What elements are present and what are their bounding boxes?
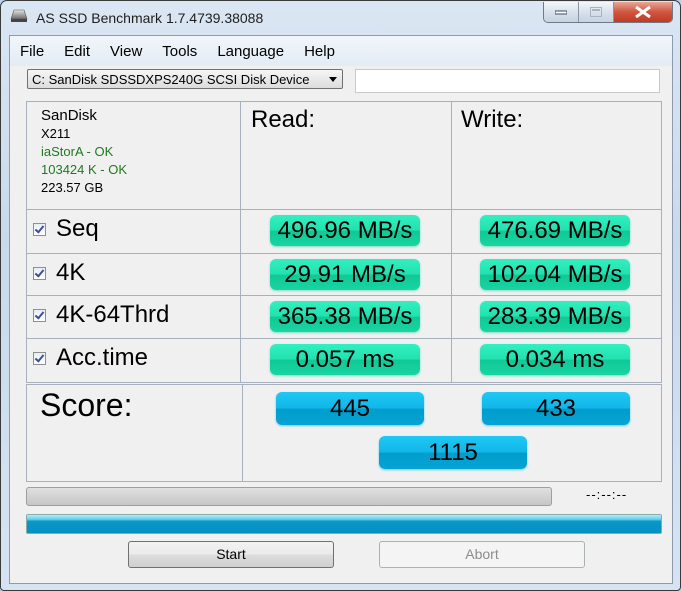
minimize-icon [555,10,567,15]
driver-status: iaStorA - OK [41,144,114,159]
score-write: 433 [482,392,630,425]
results-grid: SanDisk X211 iaStorA - OK 103424 K - OK … [26,101,662,383]
acc-time-write-value: 0.034 ms [480,344,630,375]
4k-write-value: 102.04 MB/s [480,259,630,290]
drive-capacity: 223.57 GB [41,180,104,195]
divider [240,102,241,382]
4k-64thrd-read-value: 365.38 MB/s [270,301,420,332]
row-label: Acc.time [56,344,149,371]
drive-select-value: C: SanDisk SDSSDXPS240G SCSI Disk Device [32,72,310,87]
elapsed-timer: --:--:-- [586,487,628,502]
maximize-icon [590,7,602,17]
test-progress-bar [26,487,552,506]
close-icon [635,6,651,18]
divider [27,253,661,254]
alignment-status: 103424 K - OK [41,162,127,177]
maximize-button[interactable] [579,2,614,22]
drive-select[interactable]: C: SanDisk SDSSDXPS240G SCSI Disk Device [27,69,343,89]
seq-checkbox[interactable] [33,222,46,236]
divider [27,295,661,296]
seq-write-value: 476.69 MB/s [480,215,630,246]
abort-button[interactable]: Abort [379,541,585,568]
close-button[interactable] [614,2,672,22]
4k-64thrd-checkbox[interactable] [33,308,46,322]
drive-firmware: X211 [41,126,71,141]
overall-progress-bar [26,514,662,534]
score-total: 1115 [379,436,527,469]
title-bar[interactable]: AS SSD Benchmark 1.7.4739.38088 [1,1,680,35]
window-title: AS SSD Benchmark 1.7.4739.38088 [36,10,264,26]
row-label: 4K [56,259,86,286]
minimize-button[interactable] [544,2,579,22]
menu-help[interactable]: Help [304,43,335,60]
divider [242,385,243,481]
caption-buttons [543,2,673,23]
menu-language[interactable]: Language [217,43,284,60]
4k-checkbox[interactable] [33,266,46,280]
write-header: Write: [461,106,524,133]
drive-icon [10,9,28,22]
row-4k-64thrd: 4K-64Thrd [33,301,169,329]
read-header: Read: [251,106,316,133]
drive-vendor: SanDisk [41,107,97,124]
menu-edit[interactable]: Edit [64,43,90,60]
text-field[interactable] [355,69,660,93]
score-panel: Score: 445 433 1115 [26,384,662,482]
divider [27,209,661,210]
row-4k: 4K [33,259,85,287]
menu-file[interactable]: File [20,43,44,60]
menu-tools[interactable]: Tools [162,43,197,60]
app-window: AS SSD Benchmark 1.7.4739.38088 File Edi… [0,0,681,591]
drive-info: SanDisk X211 iaStorA - OK 103424 K - OK … [41,107,127,197]
divider [451,102,452,382]
acc-time-read-value: 0.057 ms [270,344,420,375]
4k-read-value: 29.91 MB/s [270,259,420,290]
row-acc-time: Acc.time [33,344,148,372]
start-button[interactable]: Start [128,541,334,568]
client-area: File Edit View Tools Language Help C: Sa… [9,35,673,584]
menu-view[interactable]: View [110,43,142,60]
menu-bar: File Edit View Tools Language Help [10,36,672,66]
divider [27,338,661,339]
4k-64thrd-write-value: 283.39 MB/s [480,301,630,332]
seq-read-value: 496.96 MB/s [270,215,420,246]
row-label: 4K-64Thrd [56,301,170,328]
row-seq: Seq [33,215,99,243]
score-read: 445 [276,392,424,425]
row-label: Seq [56,215,99,242]
score-label: Score: [40,387,133,423]
dropdown-arrow-icon [329,77,337,82]
acc-time-checkbox[interactable] [33,351,46,365]
